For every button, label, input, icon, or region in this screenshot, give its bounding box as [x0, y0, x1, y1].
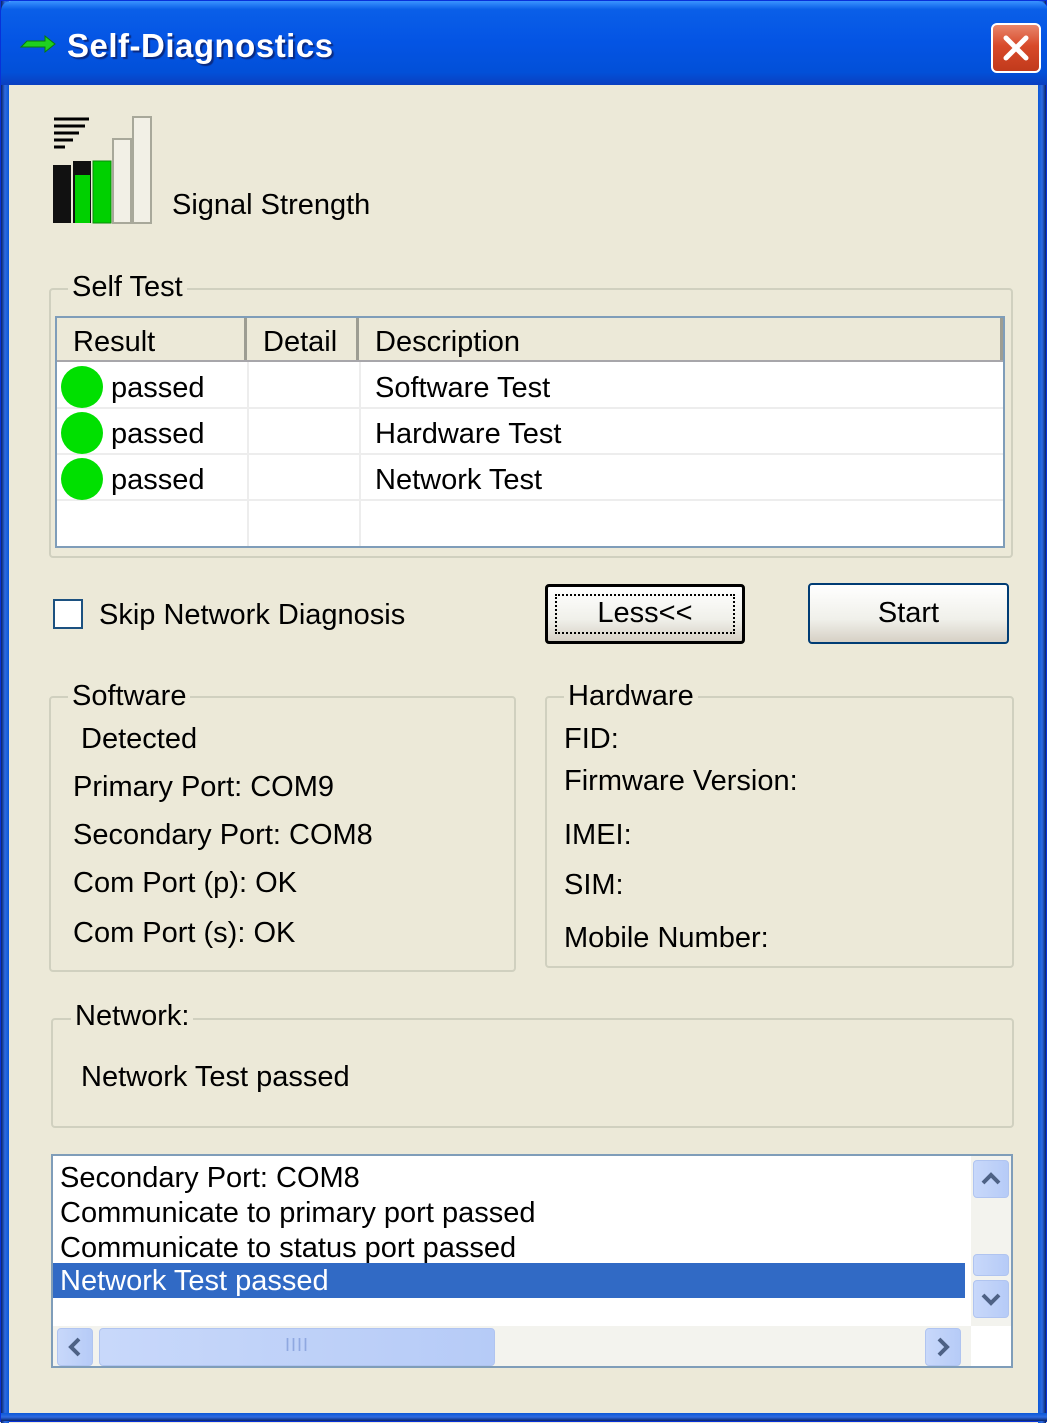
primary-port: Primary Port: COM9 [73, 771, 335, 803]
start-button-label: Start [877, 597, 940, 629]
start-button[interactable]: Start [808, 583, 1009, 644]
status-green-icon [61, 366, 103, 408]
network-status: Network Test passed [81, 1061, 350, 1093]
description-cell: Hardware Test [375, 418, 562, 450]
table-row[interactable]: passed Software Test [57, 364, 1003, 409]
status-green-icon [61, 412, 103, 454]
hardware-group-title: Hardware [564, 680, 698, 713]
hardware-firmware-version: Firmware Version: [564, 765, 798, 797]
log-line[interactable]: Communicate to status port passed [53, 1230, 965, 1265]
vertical-scrollbar[interactable] [971, 1156, 1011, 1326]
self-test-group-title: Self Test [68, 271, 187, 304]
table-row[interactable]: passed Network Test [57, 456, 1003, 501]
hardware-sim: SIM: [564, 869, 624, 901]
less-button-label: Less<< [597, 597, 693, 629]
hardware-mobile-number: Mobile Number: [564, 922, 769, 954]
close-button[interactable] [991, 23, 1041, 73]
self-test-list-header: Result Detail Description [57, 318, 1003, 362]
com-port-s: Com Port (s): OK [73, 917, 296, 949]
chevron-down-icon [981, 1293, 1001, 1306]
self-diagnostics-window: Self-Diagnostics Signal Strength Self Te… [0, 0, 1047, 1423]
log-line[interactable]: Secondary Port: COM8 [53, 1160, 965, 1195]
signal-strength-label: Signal Strength [172, 189, 371, 221]
secondary-port: Secondary Port: COM8 [73, 819, 373, 851]
result-cell: passed [111, 372, 205, 404]
network-group-title: Network: [71, 1000, 194, 1033]
log-line[interactable]: Communicate to primary port passed [53, 1195, 965, 1230]
scroll-grip-icon: IIII [284, 1335, 309, 1355]
chevron-right-icon [937, 1337, 950, 1357]
signal-strength-icon [51, 113, 155, 225]
log-line-selected[interactable]: Network Test passed [53, 1263, 965, 1298]
self-test-list[interactable]: Result Detail Description passed Softwar… [55, 316, 1005, 548]
window-frame-right [1038, 1, 1046, 1423]
description-cell: Software Test [375, 372, 551, 404]
com-port-p: Com Port (p): OK [73, 867, 297, 899]
window-frame-bottom [1, 1413, 1047, 1421]
software-detected: Detected [81, 723, 198, 755]
scroll-left-button[interactable] [57, 1328, 93, 1366]
vertical-scroll-thumb[interactable] [973, 1254, 1009, 1276]
window-frame-left [1, 1, 9, 1423]
horizontal-scroll-thumb[interactable]: IIII [99, 1328, 495, 1366]
skip-network-checkbox[interactable] [53, 599, 83, 629]
scroll-up-button[interactable] [973, 1160, 1009, 1198]
result-cell: passed [111, 418, 205, 450]
column-header-result[interactable]: Result [57, 318, 247, 360]
column-header-detail[interactable]: Detail [247, 318, 359, 360]
chevron-left-icon [68, 1337, 81, 1357]
hardware-imei: IMEI: [564, 819, 632, 851]
status-green-icon [61, 458, 103, 500]
skip-network-label[interactable]: Skip Network Diagnosis [99, 599, 405, 632]
window-title: Self-Diagnostics [67, 27, 334, 64]
close-icon [1003, 35, 1029, 61]
column-header-description[interactable]: Description [359, 318, 1003, 360]
app-arrow-icon [19, 33, 57, 60]
title-bar[interactable]: Self-Diagnostics [1, 1, 1047, 85]
scroll-down-button[interactable] [973, 1280, 1009, 1318]
chevron-up-icon [981, 1172, 1001, 1185]
less-button[interactable]: Less<< [545, 584, 745, 644]
table-row[interactable]: passed Hardware Test [57, 410, 1003, 455]
log-listbox[interactable]: Secondary Port: COM8 Communicate to prim… [51, 1154, 1013, 1368]
hardware-fid: FID: [564, 723, 619, 755]
software-group-title: Software [68, 680, 191, 713]
scroll-right-button[interactable] [925, 1328, 961, 1366]
result-cell: passed [111, 464, 205, 496]
description-cell: Network Test [375, 464, 543, 496]
horizontal-scrollbar[interactable]: IIII [53, 1326, 971, 1366]
